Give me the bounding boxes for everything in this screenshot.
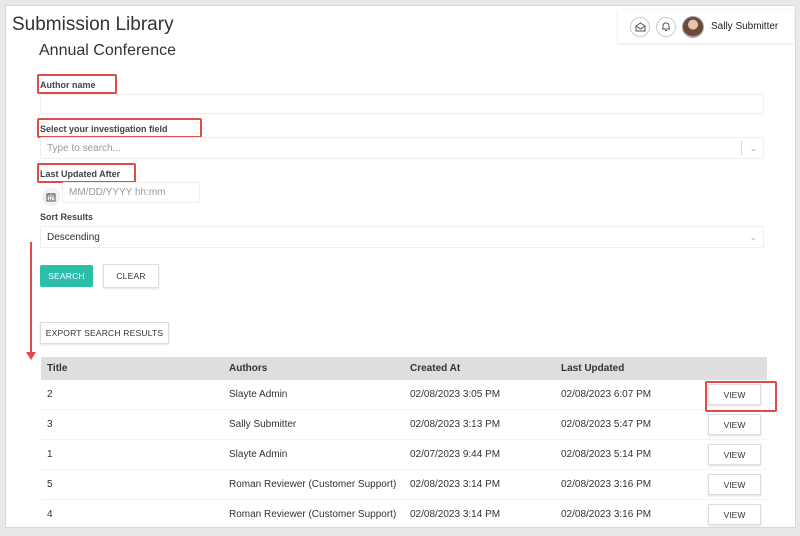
annotation-arrow-head xyxy=(26,352,36,360)
table-row: 1 Slayte Admin 02/07/2023 9:44 PM 02/08/… xyxy=(41,440,767,470)
cell-authors: Slayte Admin xyxy=(229,449,288,460)
column-header-updated[interactable]: Last Updated xyxy=(559,363,707,374)
view-button[interactable]: VIEW xyxy=(708,474,761,495)
user-toolbar: Sally Submitter xyxy=(618,10,794,43)
cell-title: 2 xyxy=(47,389,53,400)
results-table: Title Authors Created At Last Updated 2 … xyxy=(41,357,767,527)
cell-updated: 02/08/2023 5:47 PM xyxy=(561,419,652,430)
cell-updated: 02/08/2023 5:14 PM xyxy=(561,449,652,460)
table-row: 2 Slayte Admin 02/08/2023 3:05 PM 02/08/… xyxy=(41,380,767,410)
author-input[interactable] xyxy=(40,94,764,114)
cell-title: 1 xyxy=(47,449,53,460)
column-header-authors[interactable]: Authors xyxy=(227,363,408,374)
cell-authors: Roman Reviewer (Customer Support) xyxy=(229,509,397,520)
field-label: Select your investigation field xyxy=(40,124,168,134)
chevron-down-icon[interactable]: ⌄ xyxy=(742,230,757,244)
updated-input[interactable]: MM/DD/YYYY hh:mm xyxy=(62,182,200,203)
page-subtitle: Annual Conference xyxy=(39,42,176,59)
table-row: 5 Roman Reviewer (Customer Support) 02/0… xyxy=(41,470,767,500)
avatar[interactable] xyxy=(682,15,704,38)
sort-value: Descending xyxy=(47,231,100,243)
cell-created: 02/08/2023 3:14 PM xyxy=(410,479,501,490)
cell-updated: 02/08/2023 6:07 PM xyxy=(561,389,652,400)
bell-icon[interactable] xyxy=(656,16,676,37)
cell-title: 4 xyxy=(47,509,53,520)
cell-authors: Roman Reviewer (Customer Support) xyxy=(229,479,397,490)
view-button[interactable]: VIEW xyxy=(708,414,761,435)
user-name[interactable]: Sally Submitter xyxy=(711,21,778,32)
inbox-icon[interactable] xyxy=(630,16,650,37)
clear-button[interactable]: CLEAR xyxy=(103,264,159,288)
column-header-created[interactable]: Created At xyxy=(408,363,559,374)
view-button[interactable]: VIEW xyxy=(708,444,761,465)
table-row: 3 Sally Submitter 02/08/2023 3:13 PM 02/… xyxy=(41,410,767,440)
highlight-view-button xyxy=(705,381,777,412)
view-button[interactable]: VIEW xyxy=(708,504,761,525)
field-select[interactable]: Type to search... ⌄ xyxy=(40,137,764,159)
cell-created: 02/07/2023 9:44 PM xyxy=(410,449,501,460)
calendar-icon[interactable] xyxy=(42,188,60,206)
cell-created: 02/08/2023 3:13 PM xyxy=(410,419,501,430)
annotation-arrow-line xyxy=(30,242,32,355)
cell-authors: Slayte Admin xyxy=(229,389,288,400)
updated-placeholder: MM/DD/YYYY hh:mm xyxy=(69,187,166,198)
app-frame: Submission Library Annual Conference Sal… xyxy=(5,5,796,528)
cell-created: 02/08/2023 3:14 PM xyxy=(410,509,501,520)
cell-updated: 02/08/2023 3:16 PM xyxy=(561,509,652,520)
sort-label: Sort Results xyxy=(40,212,94,222)
sort-select[interactable]: Descending ⌄ xyxy=(40,226,764,248)
page-title: Submission Library xyxy=(12,14,174,35)
updated-label: Last Updated After xyxy=(40,169,121,179)
cell-authors: Sally Submitter xyxy=(229,419,297,430)
table-row: 4 Roman Reviewer (Customer Support) 02/0… xyxy=(41,500,767,527)
search-button[interactable]: SEARCH xyxy=(40,265,93,287)
column-header-title[interactable]: Title xyxy=(41,363,227,374)
export-results-button[interactable]: EXPORT SEARCH RESULTS xyxy=(40,322,169,344)
author-label: Author name xyxy=(40,80,96,90)
field-placeholder: Type to search... xyxy=(47,142,121,154)
cell-created: 02/08/2023 3:05 PM xyxy=(410,389,501,400)
cell-updated: 02/08/2023 3:16 PM xyxy=(561,479,652,490)
cell-title: 3 xyxy=(47,419,53,430)
chevron-down-icon[interactable]: ⌄ xyxy=(741,141,757,155)
table-header: Title Authors Created At Last Updated xyxy=(41,357,767,380)
cell-title: 5 xyxy=(47,479,53,490)
